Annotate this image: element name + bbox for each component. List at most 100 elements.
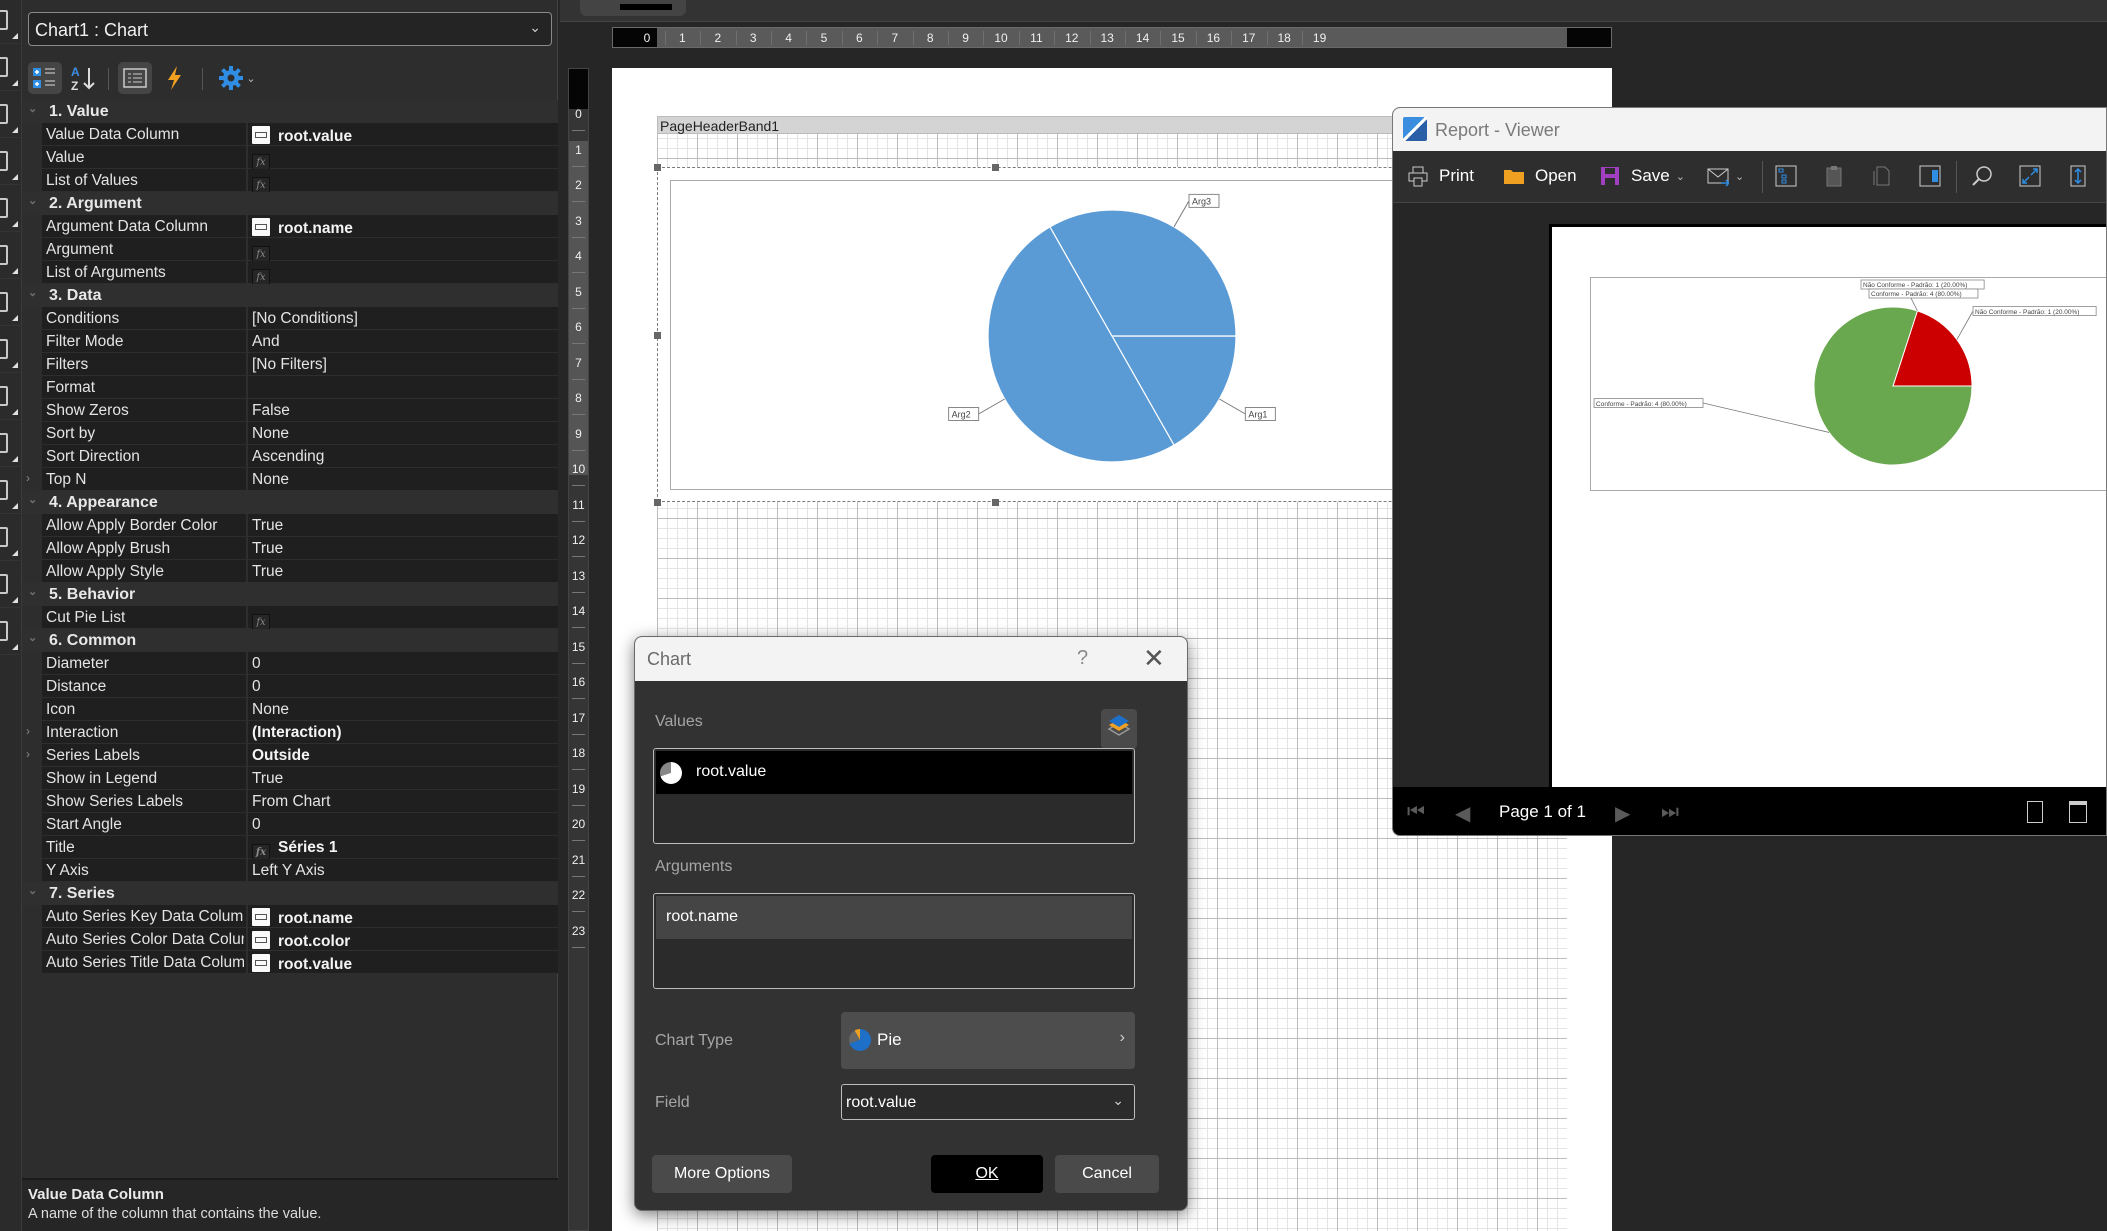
property-value[interactable]: (Interaction) [246,721,558,743]
arguments-list-item[interactable]: root.name [656,896,1132,939]
property-row[interactable]: Auto Series Title Data Column root.value [42,951,558,974]
property-row[interactable]: Value Data Column root.value [42,123,558,146]
property-row[interactable]: Start Angle 0 [42,813,558,836]
property-row[interactable]: › Top N None [26,468,558,491]
property-row[interactable]: › Interaction (Interaction) [26,721,558,744]
property-row[interactable]: Value fx [42,146,558,172]
property-value[interactable]: 0 [246,813,558,835]
property-value[interactable]: fx [246,261,558,287]
resize-handle[interactable] [654,332,661,339]
chart-type-button[interactable]: Pie › [841,1012,1135,1069]
component-selector[interactable]: Chart1 : Chart ⌄ [28,12,552,46]
property-value[interactable]: 0 [246,675,558,697]
property-row[interactable]: Argument Data Column root.name [42,215,558,238]
open-button[interactable]: Open [1503,165,1577,187]
series-layers-button[interactable] [1101,709,1137,749]
bookmarks-button[interactable] [1775,165,1807,187]
find-button[interactable] [1971,165,2003,187]
toolbox-button[interactable] [0,517,20,561]
property-row[interactable]: Show in Legend True [42,767,558,790]
property-row[interactable]: Icon None [42,698,558,721]
field-select[interactable]: root.value ⌄ [841,1084,1135,1120]
toolbox-button[interactable] [0,0,20,44]
property-category[interactable]: ⌄ 5. Behavior [22,583,558,606]
property-value[interactable]: root.value [246,951,558,973]
property-row[interactable]: Show Zeros False [42,399,558,422]
settings-button[interactable]: ⌄ [212,62,262,94]
property-row[interactable]: Argument fx [42,238,558,264]
property-row[interactable]: Diameter 0 [42,652,558,675]
property-row[interactable]: Y Axis Left Y Axis [42,859,558,882]
property-row[interactable]: Format [42,376,558,399]
save-button[interactable]: Save ⌄ [1599,165,1685,187]
chevron-right-icon[interactable]: › [26,724,30,738]
toolbox-button[interactable] [0,94,20,138]
thumbnails-button[interactable] [1871,165,1903,187]
toolbox-button[interactable] [0,47,20,91]
toolbox-button[interactable] [0,470,20,514]
full-screen-button[interactable] [2019,165,2051,187]
property-value[interactable]: fx [246,238,558,264]
property-value[interactable]: Outside [246,744,558,766]
property-row[interactable]: Auto Series Key Data Column root.name [42,905,558,928]
property-value[interactable]: 0 [246,652,558,674]
property-category[interactable]: ⌄ 6. Common [22,629,558,652]
alphabetical-sort-button[interactable]: AZ [66,62,100,94]
property-value[interactable]: root.color [246,928,558,950]
toolbox-button[interactable] [0,611,20,655]
ok-button[interactable]: OK [931,1155,1043,1193]
property-row[interactable]: Auto Series Color Data Column root.color [42,928,558,951]
more-options-button[interactable]: More Options [652,1155,792,1193]
property-row[interactable]: Filters [No Filters] [42,353,558,376]
continuous-view-icon[interactable] [2069,801,2087,823]
property-value[interactable]: [No Filters] [246,353,558,375]
property-value[interactable]: root.name [246,215,558,237]
property-row[interactable]: Sort by None [42,422,558,445]
editor-button[interactable] [1919,165,1951,187]
property-row[interactable]: Allow Apply Brush True [42,537,558,560]
property-row[interactable]: Cut Pie List fx [42,606,558,632]
toolbox-button[interactable] [0,235,20,279]
property-value[interactable]: [No Conditions] [246,307,558,329]
property-value[interactable]: From Chart [246,790,558,812]
property-value[interactable]: And [246,330,558,352]
parameters-button[interactable] [1823,165,1855,187]
property-value[interactable]: None [246,698,558,720]
property-row[interactable]: › Series Labels Outside [26,744,558,767]
property-value[interactable]: True [246,560,558,582]
toolbox-button[interactable] [0,282,20,326]
toolbox-button[interactable] [0,423,20,467]
toolbox-button[interactable] [0,329,20,373]
resize-handle[interactable] [654,164,661,171]
property-value[interactable]: fx [246,606,558,632]
property-category[interactable]: ⌄ 1. Value [22,100,558,123]
first-page-icon[interactable]: ⏮ [1407,801,1425,824]
close-icon[interactable]: ✕ [1143,643,1165,674]
categorized-view-button[interactable] [28,62,62,94]
property-row[interactable]: Title fx Séries 1 [42,836,558,862]
chevron-right-icon[interactable]: › [26,471,30,485]
resize-handle[interactable] [654,499,661,506]
page-height-button[interactable] [2067,165,2099,187]
property-value[interactable] [246,376,558,398]
property-value[interactable]: fx Séries 1 [246,836,558,862]
chevron-right-icon[interactable]: › [26,747,30,761]
property-value[interactable]: Left Y Axis [246,859,558,881]
property-value[interactable]: fx [246,146,558,172]
next-page-icon[interactable]: ▶ [1615,801,1630,826]
send-email-button[interactable]: ⌄ [1707,165,1744,187]
property-category[interactable]: ⌄ 7. Series [22,882,558,905]
property-row[interactable]: Allow Apply Border Color True [42,514,558,537]
property-row[interactable]: Show Series Labels From Chart [42,790,558,813]
property-value[interactable]: False [246,399,558,421]
property-value[interactable]: root.value [246,123,558,145]
events-tab-button[interactable] [158,62,192,94]
property-value[interactable]: True [246,767,558,789]
values-list-item[interactable]: root.value [656,751,1132,794]
toolbox-button[interactable] [0,564,20,608]
property-value[interactable]: root.name [246,905,558,927]
property-row[interactable]: Sort Direction Ascending [42,445,558,468]
property-row[interactable]: Allow Apply Style True [42,560,558,583]
property-row[interactable]: Distance 0 [42,675,558,698]
property-value[interactable]: True [246,537,558,559]
